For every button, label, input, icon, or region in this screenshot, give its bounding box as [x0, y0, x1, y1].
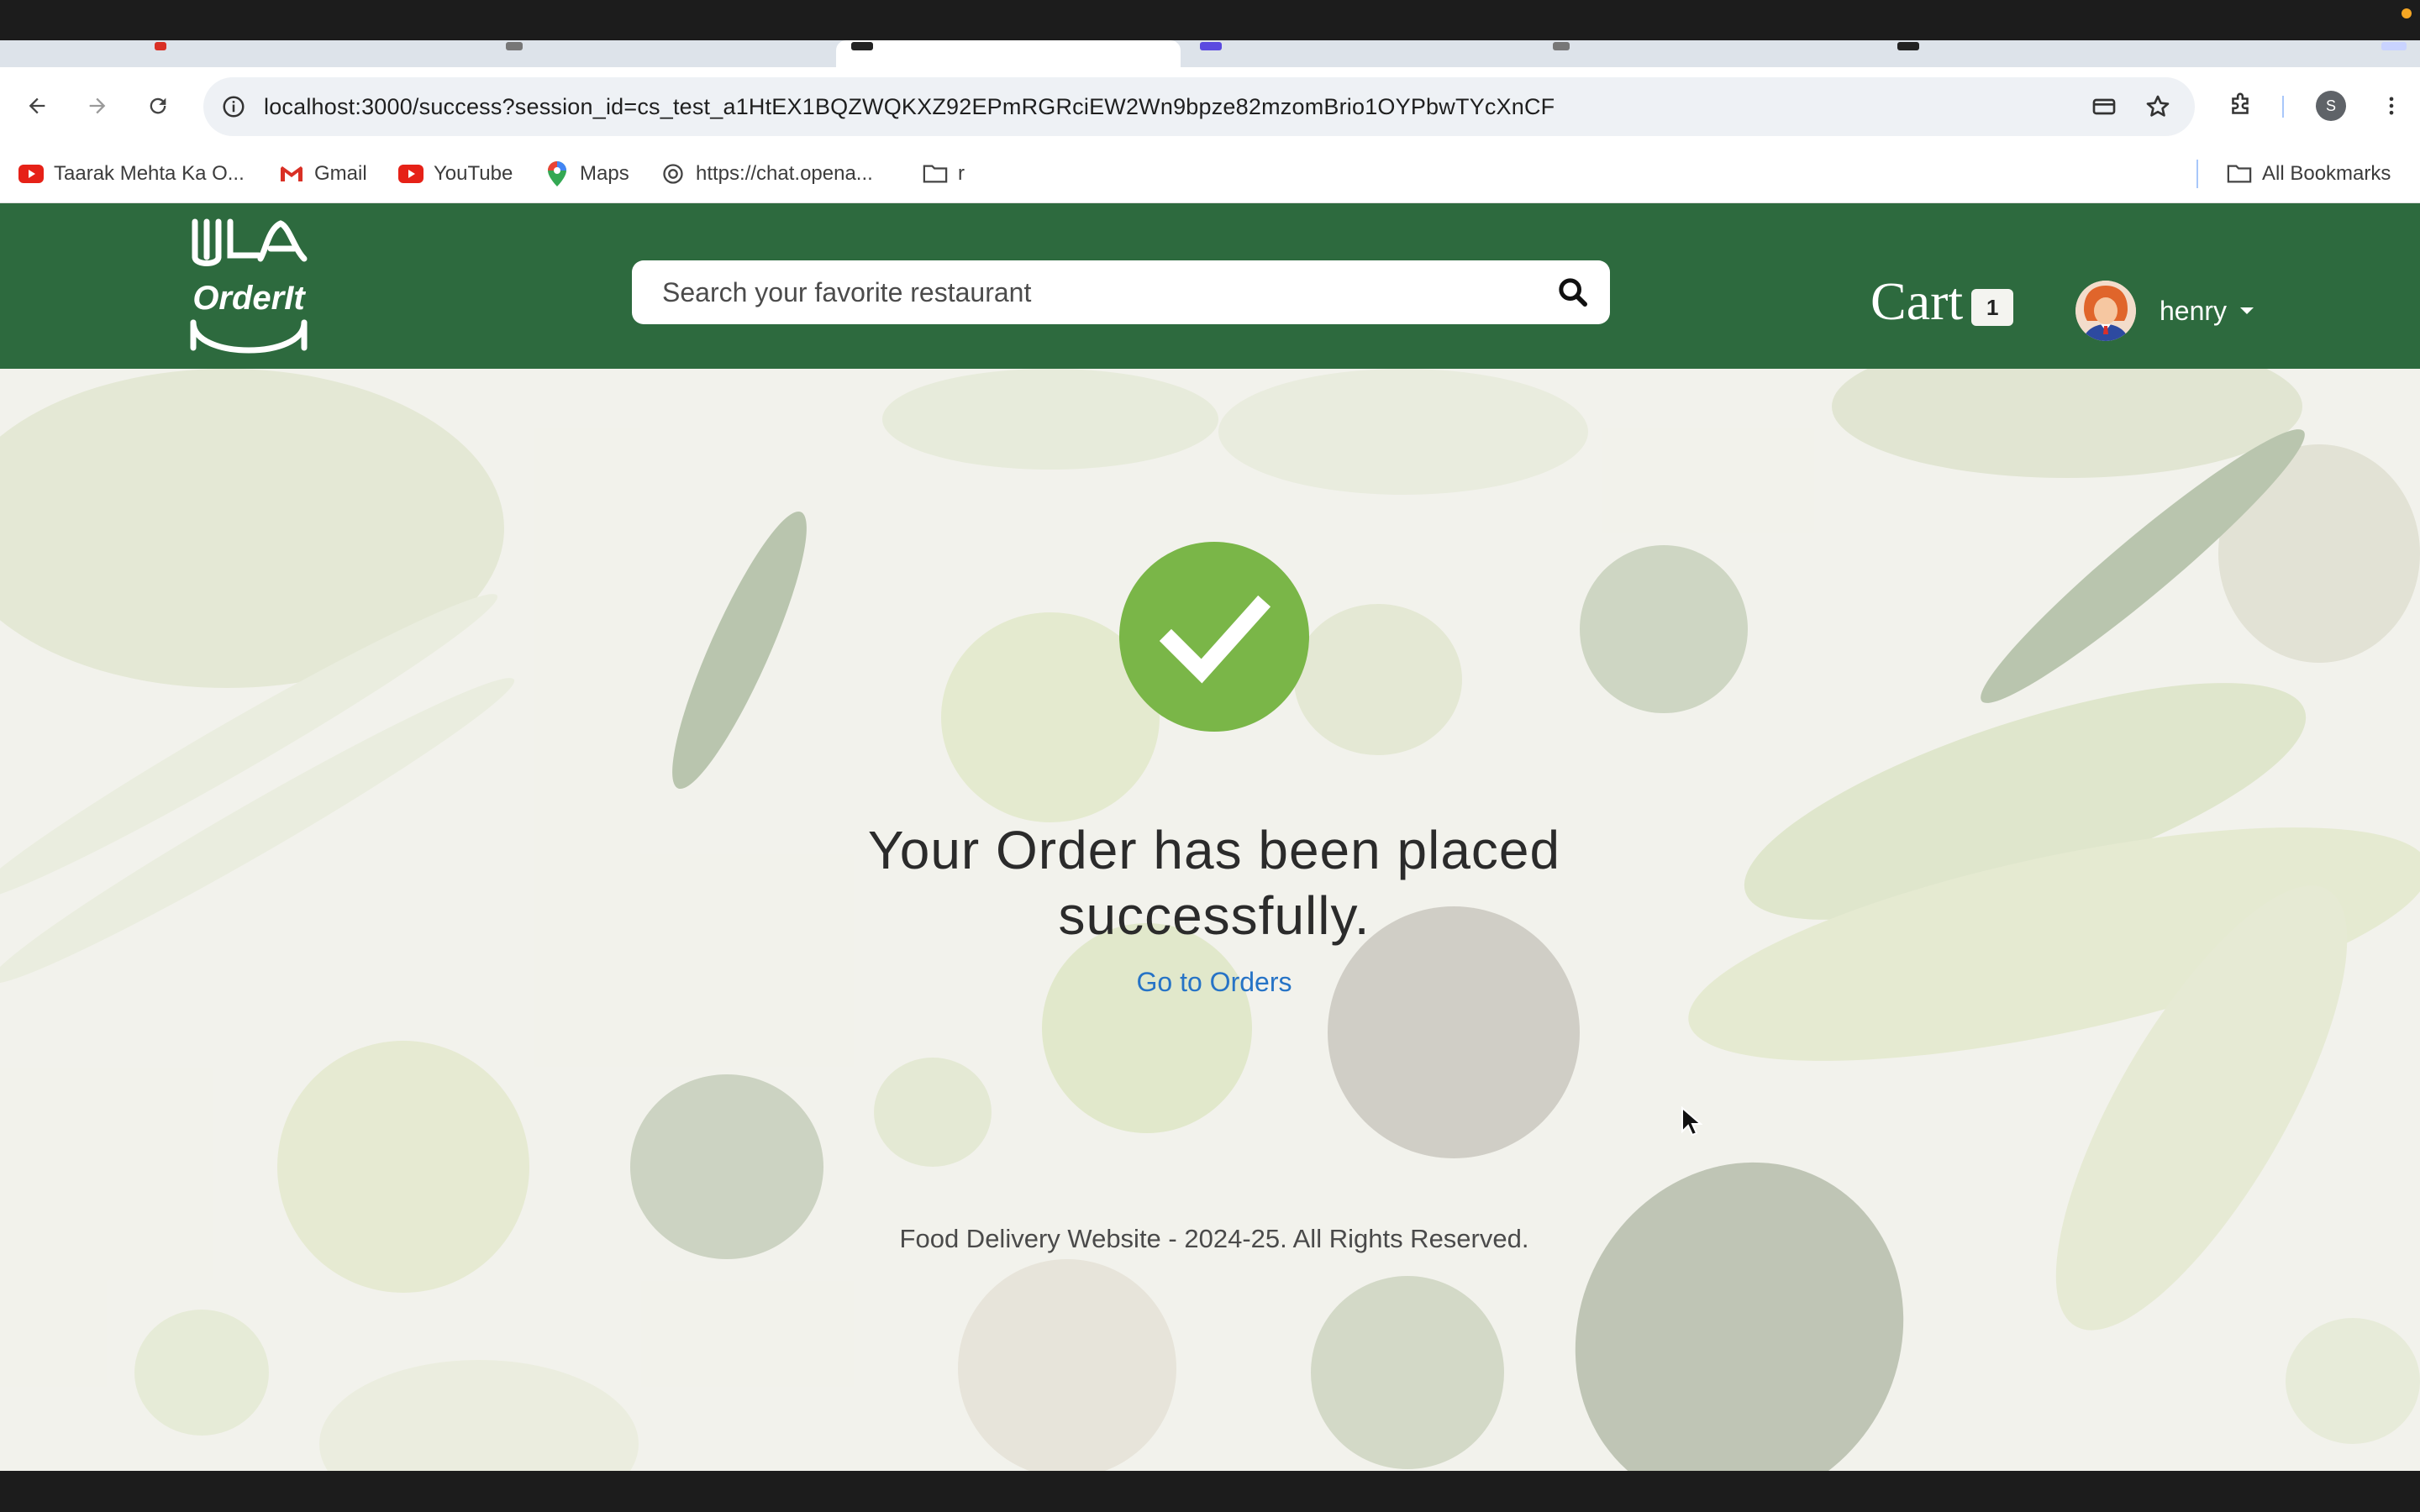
all-bookmarks-label: All Bookmarks [2262, 162, 2391, 185]
card-icon[interactable] [2086, 88, 2123, 125]
tab[interactable] [1536, 40, 1889, 67]
all-bookmarks[interactable]: All Bookmarks [2227, 144, 2391, 203]
cursor-icon [1681, 1105, 1703, 1137]
bookmark-item[interactable]: Maps [544, 144, 629, 203]
bookmark-label: Taarak Mehta Ka O... [54, 162, 245, 185]
site-info-icon[interactable] [215, 88, 252, 125]
reload-button[interactable] [138, 86, 178, 126]
tab-favicon [1897, 42, 1919, 50]
extensions-button[interactable] [2220, 86, 2260, 126]
tab-favicon [1200, 42, 1222, 50]
tab-favicon [1553, 42, 1570, 50]
tab-strip [0, 40, 2420, 67]
chevron-down-icon[interactable] [2240, 307, 2254, 314]
chatgpt-icon [660, 161, 686, 186]
gmail-icon [279, 161, 304, 186]
username[interactable]: henry [2160, 281, 2227, 341]
success-message: Your Order has been placed successfully. [867, 820, 1561, 946]
avatar[interactable] [2075, 281, 2136, 341]
address-bar[interactable]: localhost:3000/success?session_id=cs_tes… [203, 77, 2195, 136]
bookmark-label: r [958, 162, 965, 185]
menu-button[interactable] [2371, 86, 2412, 126]
restaurant-search[interactable]: Search your favorite restaurant [632, 260, 1610, 324]
forward-button[interactable] [77, 86, 118, 126]
browser-toolbar: localhost:3000/success?session_id=cs_tes… [0, 67, 2420, 144]
arrow-right-icon [89, 97, 106, 114]
tab[interactable] [1183, 40, 1536, 67]
site-logo[interactable]: OrderIt [183, 215, 314, 358]
folder-icon [2227, 161, 2252, 186]
go-to-orders-link[interactable]: Go to Orders [1084, 967, 1344, 998]
bookmark-item[interactable]: YouTube [398, 144, 513, 203]
cart-count-badge: 1 [1971, 289, 2014, 326]
more-vert-icon [2389, 97, 2394, 115]
bookmark-label: https://chat.opena... [696, 162, 873, 185]
bookmark-label: Maps [580, 162, 629, 185]
user-avatar-icon [2075, 281, 2136, 341]
reload-icon [150, 97, 166, 114]
checkmark-icon [1159, 595, 1271, 684]
bookmark-item[interactable]: Gmail [279, 144, 367, 203]
cart-label: Cart [1870, 271, 1964, 331]
puzzle-icon [2232, 92, 2249, 114]
youtube-icon [18, 161, 44, 186]
site-header: OrderIt Search your favorite restaurant … [0, 203, 2420, 369]
bookmark-item[interactable]: https://chat.opena... [660, 144, 873, 203]
tab-favicon [506, 42, 523, 50]
toolbar-divider [2282, 96, 2284, 118]
tab-favicon [851, 42, 873, 50]
bookmarks-bar: Taarak Mehta Ka O... Gmail YouTube Maps … [0, 144, 2420, 203]
search-icon[interactable] [1556, 276, 1590, 309]
system-bottom-bar [0, 1471, 2420, 1512]
tab[interactable] [118, 40, 487, 67]
back-button[interactable] [17, 86, 57, 126]
system-top-bar [0, 0, 2420, 40]
tab[interactable] [1889, 40, 2242, 67]
tab-favicon [155, 42, 166, 50]
tab[interactable] [2378, 40, 2420, 67]
url-text[interactable]: localhost:3000/success?session_id=cs_tes… [264, 77, 1555, 136]
bookmark-star-icon[interactable] [2139, 88, 2176, 125]
bookmark-label: Gmail [314, 162, 367, 185]
bookmark-folder[interactable]: r [923, 144, 965, 203]
footer-text: Food Delivery Website - 2024-25. All Rig… [899, 1224, 1529, 1253]
success-check [1119, 542, 1309, 732]
bookmarks-divider [2196, 160, 2198, 188]
arrow-left-icon [29, 97, 45, 114]
cart-button[interactable]: Cart 1 [1870, 271, 2014, 331]
maps-icon [544, 161, 570, 186]
bookmark-item[interactable]: Taarak Mehta Ka O... [18, 144, 245, 203]
logo-icon: OrderIt [190, 218, 308, 354]
success-page: Your Order has been placed successfully.… [0, 369, 2420, 1471]
tab[interactable] [487, 40, 840, 67]
svg-text:OrderIt: OrderIt [192, 280, 306, 317]
folder-icon [923, 161, 948, 186]
tab-active[interactable] [836, 40, 1181, 67]
youtube-icon [398, 161, 424, 186]
bookmark-label: YouTube [434, 162, 513, 185]
profile-avatar: S [2316, 91, 2346, 121]
search-placeholder: Search your favorite restaurant [662, 277, 1032, 307]
screen: localhost:3000/success?session_id=cs_tes… [0, 0, 2420, 1512]
mouse-cursor [1681, 1105, 1703, 1141]
recording-indicator [2402, 8, 2412, 18]
profile-button[interactable]: S [2311, 86, 2351, 126]
tab-favicon [2381, 42, 2407, 50]
